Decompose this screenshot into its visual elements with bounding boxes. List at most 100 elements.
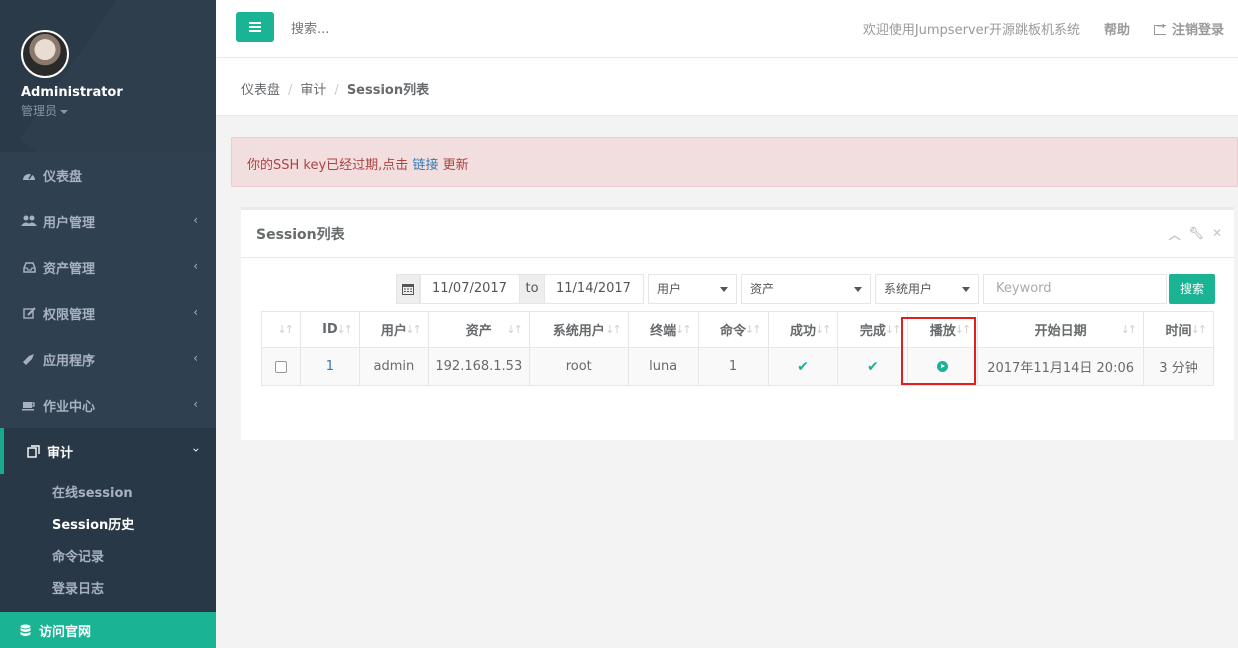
keyword-input[interactable]: Keyword (983, 274, 1167, 304)
session-id-link[interactable]: 1 (326, 359, 334, 374)
sidebar-item-permissions[interactable]: 权限管理 ‹ (0, 290, 216, 336)
column-header[interactable]: 命令 ↓↑ (697, 311, 769, 348)
play-cell (907, 347, 979, 386)
logout-link[interactable]: 注销登录 (1153, 19, 1224, 38)
column-label: 时间 (1165, 324, 1192, 339)
chevron-left-icon: ‹ (193, 259, 198, 273)
column-header[interactable]: 成功 ↓↑ (767, 311, 839, 348)
panel-title: Session列表 (256, 227, 345, 243)
system-user-select[interactable]: 系统用户 (875, 274, 979, 304)
column-label: 开始日期 (1034, 324, 1087, 339)
breadcrumb-separator: / (334, 83, 339, 98)
visit-website-label: 访问官网 (39, 624, 92, 640)
sidebar-item-audit[interactable]: 审计 ‹ (0, 428, 216, 474)
profile-area: Administrator 管理员 (0, 0, 216, 152)
ssh-key-expired-alert: 你的SSH key已经过期,点击 链接 更新 (231, 137, 1238, 187)
asset-select[interactable]: 资产 (741, 274, 871, 304)
visit-website-link[interactable]: 访问官网 (0, 612, 216, 648)
check-icon: ✔ (866, 358, 879, 375)
sidebar-item-label: 审计 (47, 445, 74, 461)
row-checkbox[interactable] (274, 360, 287, 373)
user-select[interactable]: 用户 (648, 274, 737, 304)
date-to-separator: to (520, 274, 544, 304)
panel-header: Session列表 ︿ 🔧︎ ✕ (241, 210, 1234, 258)
column-header[interactable]: 系统用户 ↓↑ (528, 311, 629, 348)
close-icon[interactable]: ✕ (1212, 226, 1222, 243)
success-cell: ✔ (767, 347, 839, 386)
system-user-select-value: 系统用户 (884, 282, 933, 296)
column-label: 命令 (720, 324, 747, 339)
sidebar-item-users[interactable]: 用户管理 ‹ (0, 198, 216, 244)
rocket-icon (21, 352, 37, 366)
column-label: 系统用户 (552, 324, 605, 339)
top-navbar: 欢迎使用Jumpserver开源跳板机系统 帮助 注销登录 (216, 0, 1238, 58)
column-label: 播放 (929, 324, 956, 339)
column-header[interactable]: 播放 ↓↑ (907, 311, 979, 348)
sidebar-item-label: 应用程序 (43, 353, 96, 369)
row-select-cell (261, 347, 301, 386)
play-icon[interactable] (937, 361, 949, 372)
chevron-left-icon: ‹ (193, 305, 198, 319)
system-user-cell: root (528, 347, 629, 386)
sidebar-item-dashboard[interactable]: 仪表盘 (0, 152, 216, 198)
date-to-input[interactable]: 11/14/2017 (544, 274, 644, 304)
column-label: 成功 (789, 324, 816, 339)
menu-toggle-button[interactable] (236, 12, 274, 42)
database-icon (20, 624, 31, 637)
sort-icon: ↓↑ (884, 323, 902, 336)
hamburger-icon-line (249, 26, 261, 28)
chevron-left-icon: ‹ (193, 397, 198, 411)
sort-icon: ↓↑ (1190, 323, 1208, 336)
sidebar-item-jobs[interactable]: 作业中心 ‹ (0, 382, 216, 428)
column-header[interactable]: 开始日期 ↓↑ (977, 311, 1145, 348)
sort-icon: ↓↑ (336, 323, 353, 336)
avatar[interactable] (21, 30, 69, 78)
column-header[interactable]: 资产 ↓↑ (427, 311, 530, 348)
sign-out-icon (1153, 21, 1166, 35)
column-header[interactable]: 时间 ↓↑ (1143, 311, 1214, 348)
sidebar-item-label: 资产管理 (43, 261, 96, 277)
chevron-left-icon: ‹ (193, 351, 198, 365)
search-button[interactable]: 搜索 (1169, 274, 1215, 304)
sidebar-item-label: 权限管理 (43, 307, 96, 323)
sidebar-subitem-online-session[interactable]: 在线session (0, 478, 216, 510)
sort-icon: ↓↑ (605, 323, 622, 336)
sort-icon: ↓↑ (954, 323, 972, 336)
sidebar-subitem-session-history[interactable]: Session历史 (0, 510, 216, 542)
breadcrumb-parent[interactable]: 审计 (300, 83, 326, 98)
help-link[interactable]: 帮助 (1104, 19, 1130, 38)
sort-icon: ↓↑ (745, 323, 762, 336)
alert-link[interactable]: 链接 (412, 158, 438, 173)
profile-role-dropdown[interactable]: 管理员 (21, 102, 216, 119)
sidebar-item-label: 作业中心 (43, 399, 96, 415)
logout-label: 注销登录 (1171, 23, 1224, 38)
asset-cell: 192.168.1.53 (427, 347, 530, 386)
breadcrumb: 仪表盘 / 审计 / Session列表 (216, 58, 1238, 116)
sort-icon: ↓↑ (277, 323, 295, 336)
collapse-icon[interactable]: ︿ (1169, 226, 1181, 243)
user-select-value: 用户 (657, 282, 682, 296)
sidebar-item-applications[interactable]: 应用程序 ‹ (0, 336, 216, 382)
dashboard-icon (21, 168, 37, 182)
sidebar-subitem-command-log[interactable]: 命令记录 (0, 542, 216, 574)
date-from-input[interactable]: 11/07/2017 (420, 274, 520, 304)
chevron-down-icon: ‹ (188, 447, 203, 453)
breadcrumb-home[interactable]: 仪表盘 (241, 83, 280, 98)
column-label: 用户 (380, 324, 407, 339)
sidebar-subitem-login-log[interactable]: 登录日志 (0, 574, 216, 606)
select-all-column[interactable]: ↓↑ (261, 311, 301, 348)
column-header[interactable]: 用户 ↓↑ (358, 311, 429, 348)
duration-cell: 3 分钟 (1143, 347, 1214, 386)
alert-suffix: 更新 (442, 158, 469, 173)
column-header[interactable]: 终端 ↓↑ (627, 311, 699, 348)
column-label: 完成 (859, 324, 886, 339)
hamburger-icon (249, 22, 261, 24)
sidebar-item-label: 用户管理 (43, 215, 96, 231)
column-header[interactable]: ID ↓↑ (299, 311, 360, 348)
asset-select-value: 资产 (750, 282, 775, 296)
sidebar-item-assets[interactable]: 资产管理 ‹ (0, 244, 216, 290)
top-search-input[interactable] (291, 18, 591, 40)
wrench-icon[interactable]: 🔧︎ (1189, 226, 1204, 243)
finished-cell: ✔ (837, 347, 909, 386)
column-header[interactable]: 完成 ↓↑ (837, 311, 909, 348)
